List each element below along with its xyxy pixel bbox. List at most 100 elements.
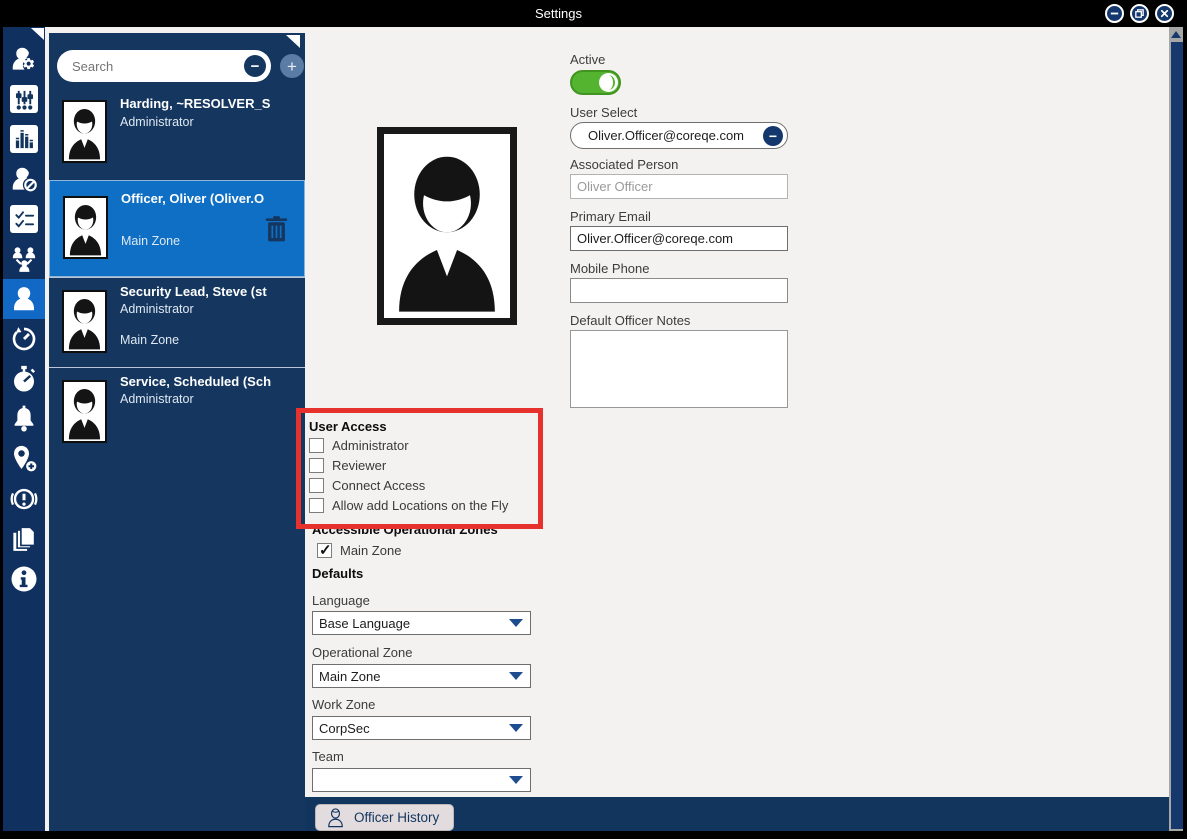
sidebar-item-add-location[interactable] — [3, 439, 45, 479]
user-select-combobox[interactable]: Oliver.Officer@coreqe.com − — [570, 122, 788, 149]
avatar — [62, 380, 107, 443]
user-list-panel: − + Harding, ~RESOLVER_S Administrator O… — [49, 33, 305, 831]
primary-email-label: Primary Email — [570, 209, 651, 224]
sidebar-item-info[interactable] — [3, 559, 45, 599]
scrollbar-up-arrow[interactable] — [1169, 27, 1183, 42]
timer-reset-icon — [12, 327, 36, 351]
close-button[interactable] — [1155, 4, 1174, 23]
user-name: Security Lead, Steve (st — [120, 284, 267, 299]
checkbox-administrator[interactable]: Administrator — [309, 438, 409, 453]
officer-history-label: Officer History — [354, 810, 440, 825]
team-dropdown[interactable] — [312, 768, 531, 792]
user-gear-icon — [12, 47, 35, 70]
equalizer-bars-icon — [10, 125, 38, 153]
user-select-collapse-button[interactable]: − — [763, 125, 783, 146]
checkbox-reviewer[interactable]: Reviewer — [309, 458, 386, 473]
officer-history-button[interactable]: Officer History — [315, 804, 455, 831]
window-controls — [1105, 4, 1174, 23]
settings-window: Settings Search − + Harding, ~RESOLVER_S… — [0, 0, 1187, 839]
user-select-value: Oliver.Officer@coreqe.com — [588, 128, 745, 143]
minimize-button[interactable] — [1105, 4, 1124, 23]
primary-email-field[interactable] — [570, 226, 788, 251]
footer-bar: Officer History — [305, 797, 1169, 831]
user-name: Service, Scheduled (Sch — [120, 374, 272, 389]
search-input[interactable] — [57, 58, 244, 74]
checkbox-box[interactable] — [309, 438, 324, 453]
user-role: Administrator — [120, 115, 194, 129]
restore-button[interactable] — [1130, 4, 1149, 23]
language-label: Language — [312, 593, 370, 608]
checkbox-label: Connect Access — [332, 478, 426, 493]
sidebar-item-user-settings[interactable] — [3, 39, 45, 79]
user-name: Harding, ~RESOLVER_S — [120, 96, 271, 111]
vertical-scrollbar[interactable] — [1169, 27, 1183, 831]
sidebar-item-documents[interactable] — [3, 519, 45, 559]
restore-icon — [1135, 9, 1144, 18]
operational-zone-label: Operational Zone — [312, 645, 413, 660]
checkbox-main-zone[interactable]: Main Zone — [317, 541, 402, 559]
delete-user-button[interactable] — [263, 214, 290, 244]
close-icon — [1160, 9, 1169, 18]
user-zone: Main Zone — [120, 333, 180, 347]
chevron-down-icon — [509, 619, 523, 627]
work-zone-label: Work Zone — [312, 697, 376, 712]
associated-person-label: Associated Person — [570, 157, 679, 172]
sidebar-item-schedule-timer[interactable] — [3, 319, 45, 359]
active-toggle[interactable] — [570, 70, 621, 95]
user-row-officer-selected[interactable]: Officer, Oliver (Oliver.O Main Zone — [49, 180, 305, 277]
user-row-harding[interactable]: Harding, ~RESOLVER_S Administrator — [49, 88, 305, 180]
checkbox-label: Main Zone — [340, 543, 402, 558]
scrollbar-thumb[interactable] — [1171, 42, 1183, 829]
user-row-security-lead[interactable]: Security Lead, Steve (st Administrator M… — [49, 277, 305, 367]
checkbox-box[interactable] — [309, 498, 324, 513]
info-icon — [11, 566, 37, 592]
user-zone: Main Zone — [121, 234, 181, 248]
sidebar-item-alerts[interactable] — [3, 479, 45, 519]
accessible-zones-heading: Accessible Operational Zones — [312, 522, 498, 537]
checkbox-allow-add-locations[interactable]: Allow add Locations on the Fly — [309, 498, 508, 513]
work-zone-value: CorpSec — [319, 720, 370, 736]
sidebar-item-team-hierarchy[interactable] — [3, 239, 45, 279]
sidebar-item-officers[interactable] — [3, 279, 45, 319]
bell-icon — [14, 405, 34, 432]
chevron-down-icon — [509, 672, 523, 680]
person-icon — [14, 287, 34, 311]
checkbox-connect-access[interactable]: Connect Access — [309, 478, 425, 493]
sidebar-item-adjustments[interactable] — [3, 79, 45, 119]
mobile-phone-label: Mobile Phone — [570, 261, 650, 276]
checkbox-box[interactable] — [309, 458, 324, 473]
sidebar-item-stopwatch[interactable] — [3, 359, 45, 399]
user-access-heading: User Access — [309, 419, 387, 434]
stopwatch-icon — [14, 365, 36, 392]
add-user-button[interactable]: + — [280, 54, 304, 78]
mobile-phone-field[interactable] — [570, 278, 788, 303]
language-dropdown[interactable]: Base Language — [312, 611, 531, 635]
user-name: Officer, Oliver (Oliver.O — [121, 191, 265, 206]
search-box: − — [57, 50, 271, 82]
copy-pages-icon — [13, 526, 36, 551]
checklist-icon — [10, 205, 38, 233]
checkbox-label: Reviewer — [332, 458, 387, 473]
sliders-icon — [10, 85, 38, 113]
user-row-service-scheduled[interactable]: Service, Scheduled (Sch Administrator — [49, 367, 305, 459]
alert-icon — [10, 488, 38, 510]
pin-plus-icon — [14, 445, 37, 472]
operational-zone-value: Main Zone — [319, 668, 381, 684]
window-body: − + Harding, ~RESOLVER_S Administrator O… — [3, 27, 1183, 831]
defaults-heading: Defaults — [312, 566, 364, 581]
user-rows: Harding, ~RESOLVER_S Administrator Offic… — [49, 88, 305, 459]
sidebar-item-notifications[interactable] — [3, 399, 45, 439]
chevron-down-icon — [509, 724, 523, 732]
operational-zone-dropdown[interactable]: Main Zone — [312, 664, 531, 688]
user-role: Administrator — [120, 392, 194, 406]
panel-corner-marker — [286, 35, 300, 48]
default-officer-notes-field[interactable] — [570, 330, 788, 408]
work-zone-dropdown[interactable]: CorpSec — [312, 716, 531, 740]
collapse-search-button[interactable]: − — [244, 55, 266, 77]
default-officer-notes-label: Default Officer Notes — [570, 313, 691, 328]
checkbox-box[interactable] — [317, 541, 332, 559]
sidebar-item-user-disabled[interactable] — [3, 159, 45, 199]
sidebar-item-checklist[interactable] — [3, 199, 45, 239]
sidebar-item-statistics[interactable] — [3, 119, 45, 159]
checkbox-box[interactable] — [309, 478, 324, 493]
